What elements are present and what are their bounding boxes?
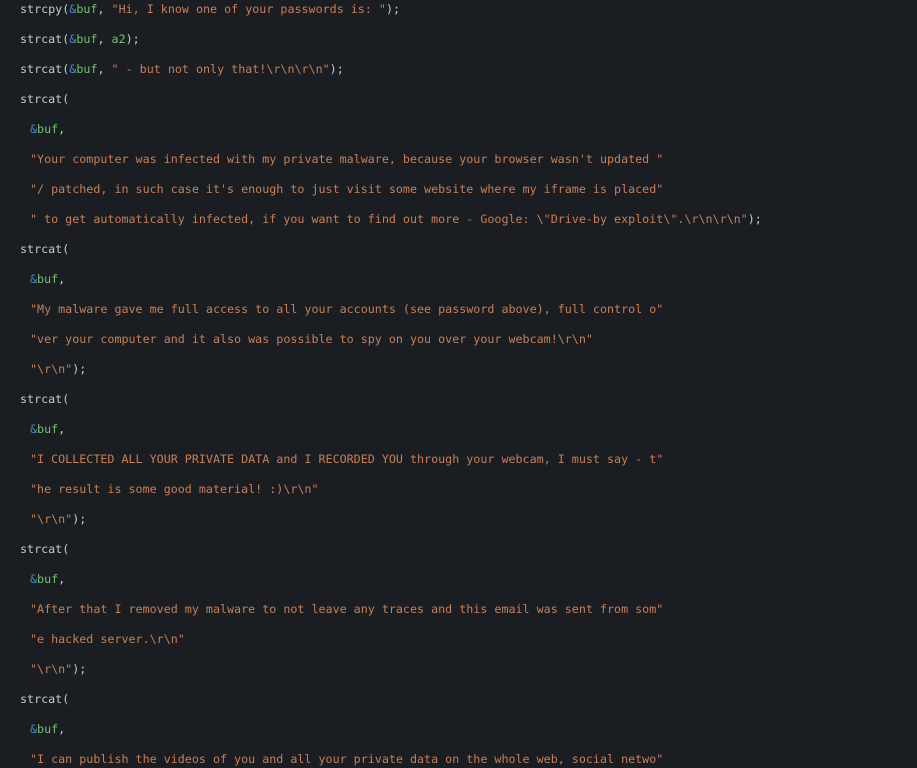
string-literal: " to get automatically infected, if you … xyxy=(30,212,748,226)
arg-a2: a2 xyxy=(112,32,126,46)
string-literal: "he result is some good material! :)\r\n… xyxy=(30,482,319,496)
fn-strcat: strcat xyxy=(20,92,62,106)
string-literal: "I COLLECTED ALL YOUR PRIVATE DATA and I… xyxy=(30,452,663,466)
decompiled-code-block: strcpy(&buf, "Hi, I know one of your pas… xyxy=(0,0,917,768)
string-literal: "I can publish the videos of you and all… xyxy=(30,752,663,766)
string-literal: "e hacked server.\r\n" xyxy=(30,632,185,646)
string-literal: "\r\n" xyxy=(30,512,72,526)
fn-strcat: strcat xyxy=(20,392,62,406)
string-literal: "\r\n" xyxy=(30,362,72,376)
fn-strcat: strcat xyxy=(20,692,62,706)
string-literal: "After that I removed my malware to not … xyxy=(30,602,663,616)
string-literal: "\r\n" xyxy=(30,662,72,676)
fn-strcat: strcat xyxy=(20,542,62,556)
fn-strcpy: strcpy xyxy=(20,2,62,16)
fn-strcat: strcat xyxy=(20,62,62,76)
fn-strcat: strcat xyxy=(20,242,62,256)
string-literal: "My malware gave me full access to all y… xyxy=(30,302,663,316)
string-literal: "ver your computer and it also was possi… xyxy=(30,332,593,346)
string-literal: "/ patched, in such case it's enough to … xyxy=(30,182,663,196)
string-literal: "Hi, I know one of your passwords is: " xyxy=(112,2,386,16)
string-literal: "Your computer was infected with my priv… xyxy=(30,152,663,166)
string-literal: " - but not only that!\r\n\r\n" xyxy=(112,62,330,76)
fn-strcat: strcat xyxy=(20,32,62,46)
